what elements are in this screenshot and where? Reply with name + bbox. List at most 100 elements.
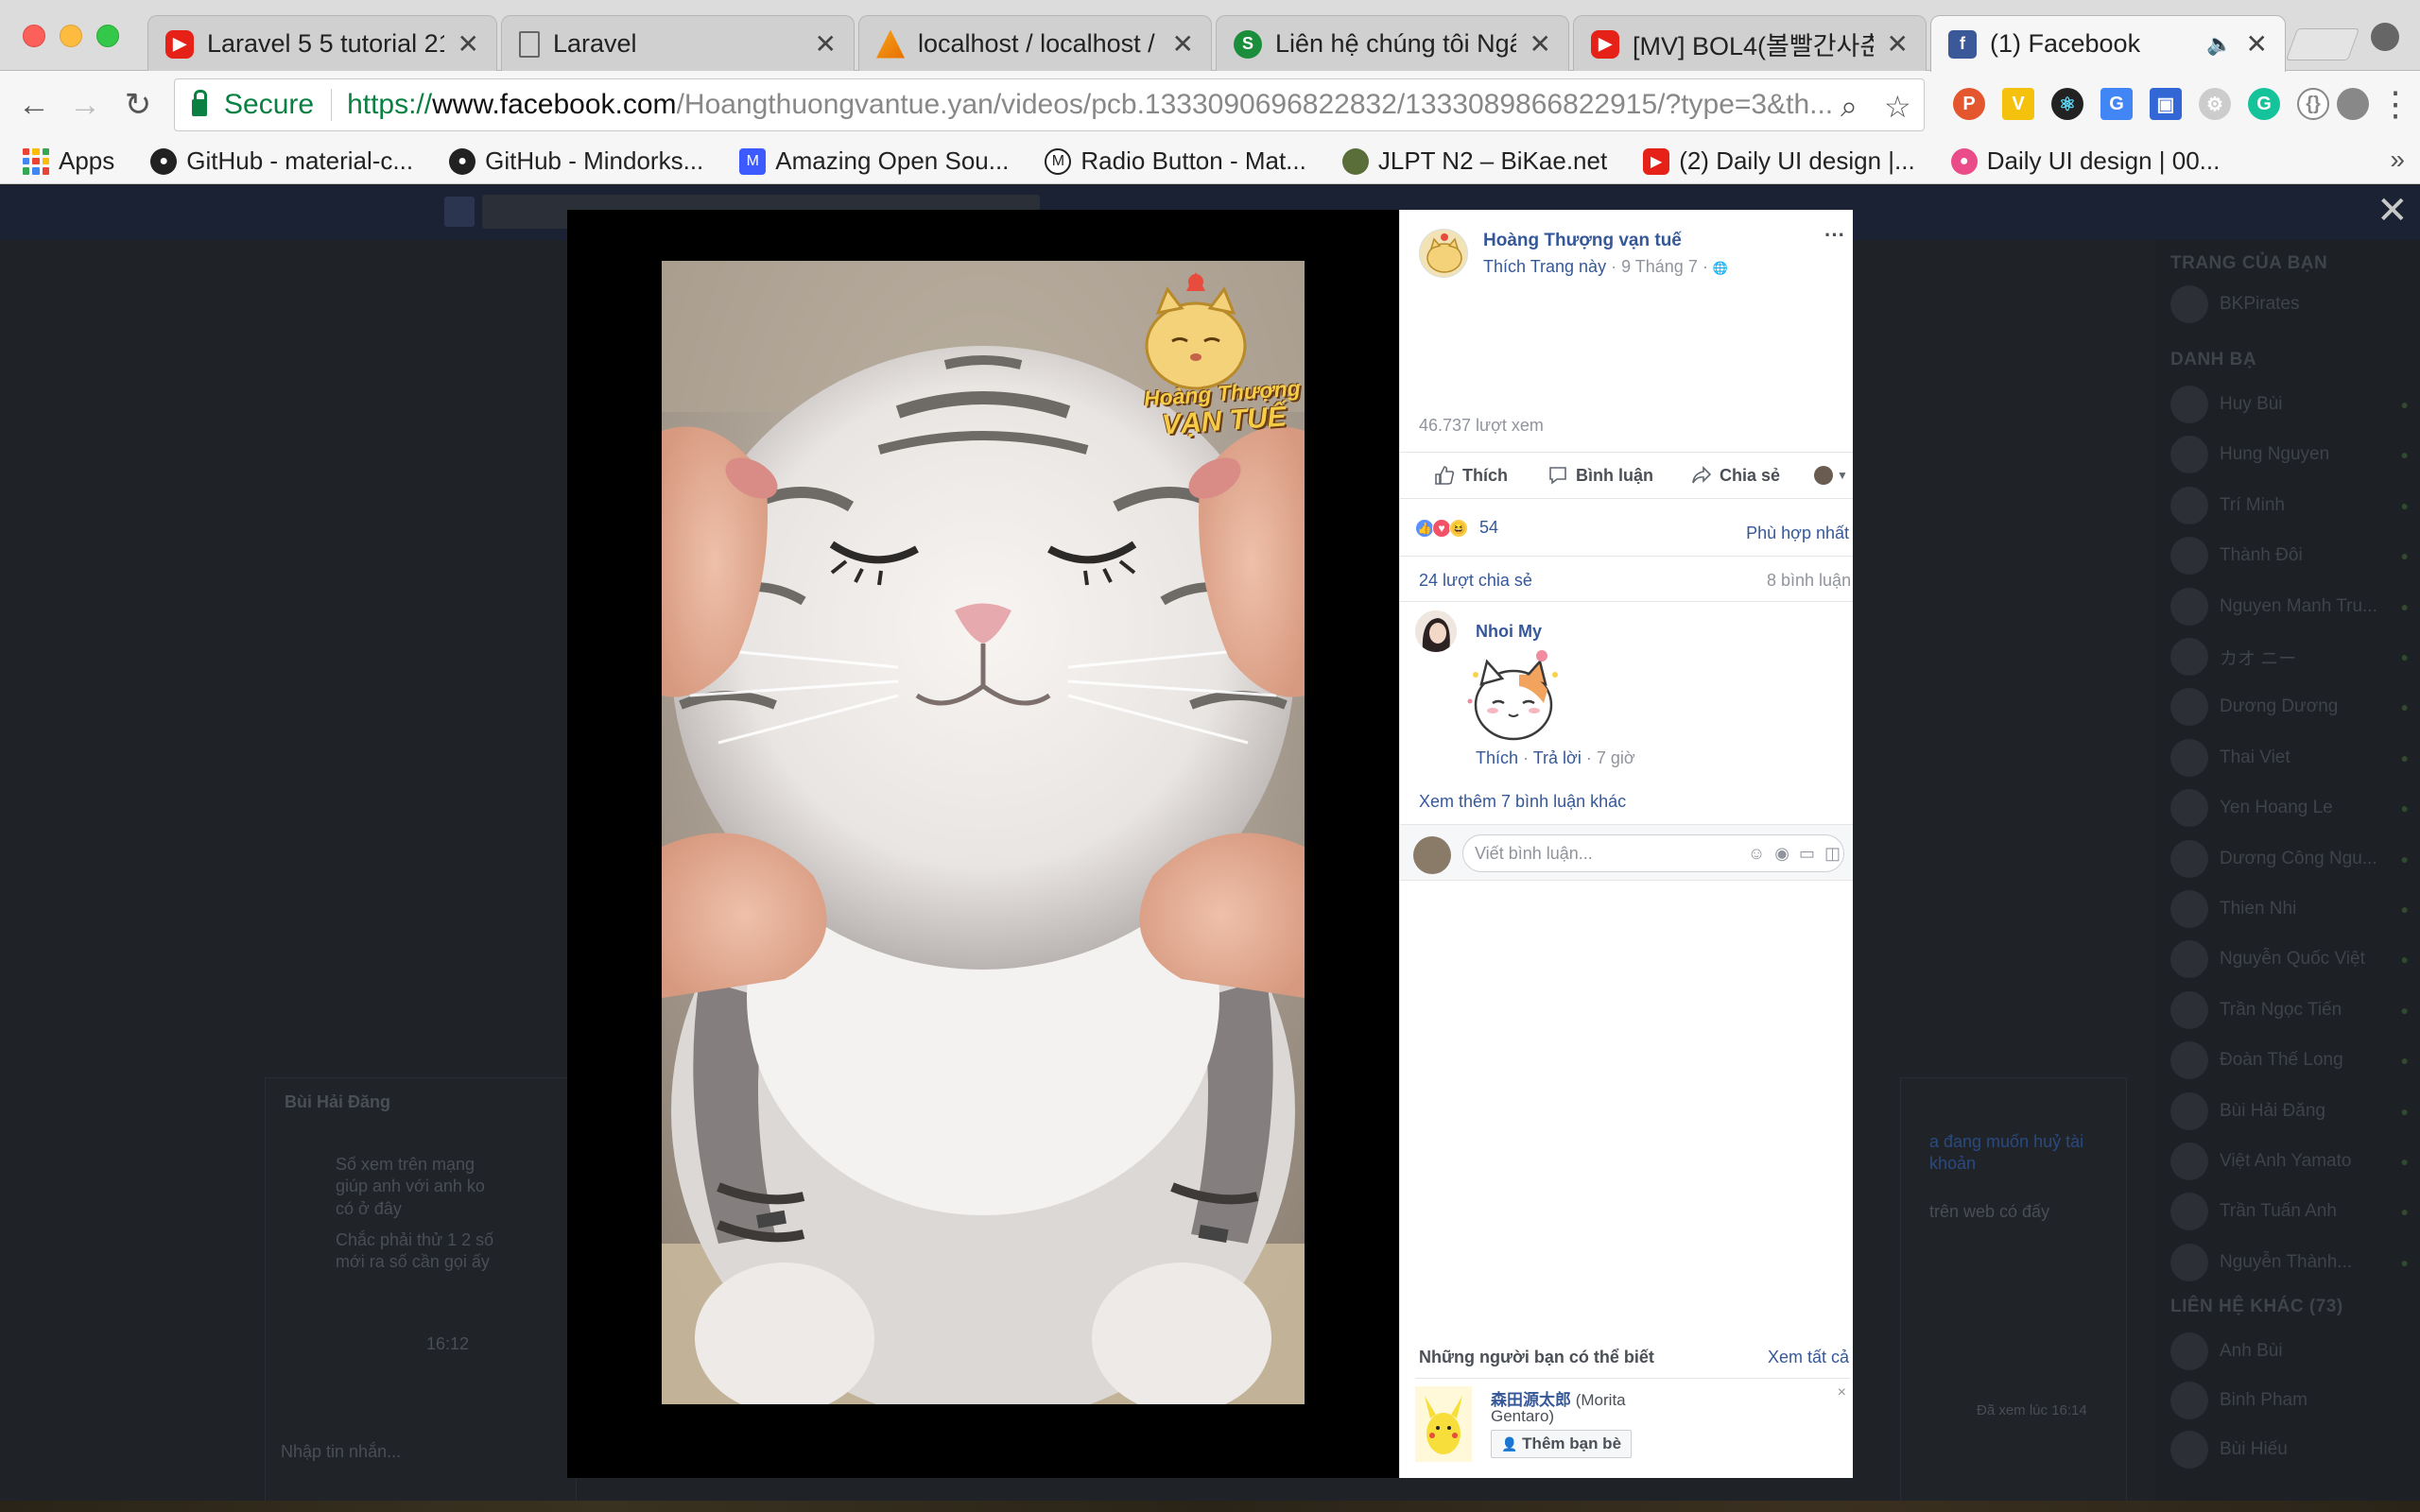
contact-item[interactable]: カオ ニー ● [2170,634,2416,679]
tab-contact[interactable]: S Liên hệ chúng tôi Ngân ✕ [1216,15,1569,72]
contact-name: Thien Nhi [2220,899,2297,919]
comment-time[interactable]: 7 giờ [1597,748,1635,767]
tab-music-video[interactable]: ▶ [MV] BOL4(볼빨간사춘기) ✕ [1573,15,1927,72]
dismiss-suggestion-icon[interactable]: × [1838,1384,1846,1401]
add-friend-button[interactable]: 👤 Thêm bạn bè [1491,1430,1633,1458]
bookmark-star-icon[interactable]: ☆ [1884,89,1911,125]
sidebar-page-item[interactable]: BKPirates [2170,282,2416,327]
contact-item[interactable]: Huy Bùi ● [2170,382,2416,427]
settings-extension-icon[interactable]: ⚙ [2199,88,2231,120]
meet-extension-icon[interactable]: ▣ [2150,88,2182,120]
close-tab-icon[interactable]: ✕ [458,28,479,60]
reaction-summary[interactable]: 👍 ♥ 😆 54 [1415,518,1498,538]
like-page-link[interactable]: Thích Trang này [1483,257,1606,276]
reload-button[interactable]: ↻ [119,86,157,124]
contact-item[interactable]: Hung Nguyen ● [2170,432,2416,477]
contact-item[interactable]: Trí Minh ● [2170,483,2416,528]
sidebar-item-label: BKPirates [2220,294,2300,314]
bookmark-github-material[interactable]: ● GitHub - material-c... [150,146,413,176]
new-tab-button[interactable] [2285,28,2360,60]
comment-author-link[interactable]: Nhoi My [1476,622,1542,642]
close-tab-icon[interactable]: ✕ [1887,28,1909,60]
address-bar[interactable]: Secure https:// www.facebook.com /Hoangt… [174,78,1925,131]
json-extension-icon[interactable]: {} [2297,88,2329,120]
contact-item[interactable]: Việt Anh Yamato ● [2170,1139,2416,1184]
contact-item[interactable]: Nguyễn Quốc Việt ● [2170,936,2416,982]
suggestion-name-alt-2: Gentaro) [1491,1407,1555,1425]
close-tab-icon[interactable]: ✕ [1172,28,1194,60]
browser-menu-icon[interactable]: ⋮ [2378,84,2412,124]
forward-button[interactable]: → [66,86,104,124]
emoji-icon[interactable]: ☺ [1748,844,1765,864]
page-name-link[interactable]: Hoàng Thượng vạn tuế [1483,231,1682,251]
suggestion-avatar[interactable] [1415,1386,1472,1462]
contact-item[interactable]: Nguyen Manh Tru... ● [2170,584,2416,629]
contact-item[interactable]: Bùi Hải Đăng ● [2170,1089,2416,1134]
comment-button[interactable]: Bình luận [1547,465,1653,486]
bookmark-open-source[interactable]: M Amazing Open Sou... [739,146,1009,176]
zoom-window-button[interactable] [96,25,119,47]
contact-item[interactable]: Trần Tuấn Anh ● [2170,1189,2416,1234]
contact-item[interactable]: Thai Viet ● [2170,735,2416,781]
view-more-comments-link[interactable]: Xem thêm 7 bình luận khác [1419,792,1626,812]
comment-reply-link[interactable]: Trả lời [1533,748,1582,767]
contact-item[interactable]: Thành Đôi ● [2170,533,2416,578]
bookmark-daily-ui-youtube[interactable]: ▶ (2) Daily UI design |... [1643,146,1915,176]
react-devtools-extension-icon[interactable]: ⚛ [2051,88,2083,120]
zoom-icon[interactable]: ⌕ [1841,89,1858,125]
contact-item[interactable]: Yen Hoang Le ● [2170,785,2416,831]
minimize-window-button[interactable] [60,25,82,47]
other-contact-item[interactable]: Binh Pham [2170,1378,2416,1423]
bookmarks-overflow-icon[interactable]: » [2390,145,2405,175]
producthunt-extension-icon[interactable]: P [1953,88,1985,120]
contact-item[interactable]: Dương Công Ngu... ● [2170,836,2416,882]
contact-item[interactable]: Dương Dương ● [2170,684,2416,730]
account-extension-icon[interactable] [2337,88,2369,120]
chat-input[interactable]: Nhập tin nhắn... [281,1441,401,1463]
comment-count[interactable]: 8 bình luận [1767,571,1851,591]
bookmark-daily-ui-dribbble[interactable]: ● Daily UI design | 00... [1950,146,2220,176]
other-contact-item[interactable]: Bùi Hiếu [2170,1427,2416,1472]
share-button[interactable]: Chia sẻ [1691,465,1780,486]
avatar [2170,587,2208,626]
bookmark-github-mindorks[interactable]: ● GitHub - Mindorks... [449,146,703,176]
tab-facebook[interactable]: f (1) Facebook 🔈 ✕ [1930,15,2286,72]
sticker-icon[interactable]: ◫ [1824,844,1841,864]
contact-item[interactable]: Trần Ngọc Tiến ● [2170,988,2416,1033]
bookmark-apps[interactable]: Apps [23,146,114,176]
close-tab-icon[interactable]: ✕ [1530,28,1551,60]
sort-comments-link[interactable]: Phù hợp nhất [1746,524,1849,543]
close-window-button[interactable] [23,25,45,47]
gif-icon[interactable]: ▭ [1799,844,1815,864]
like-button[interactable]: Thích [1434,465,1508,486]
back-button[interactable]: ← [15,86,53,124]
close-viewer-button[interactable]: ✕ [2377,189,2409,232]
screen: ▶ Laravel 5 5 tutorial 21 re ✕ Laravel ✕… [0,0,2420,1512]
grammarly-extension-icon[interactable]: G [2248,88,2280,120]
share-count-link[interactable]: 24 lượt chia sẻ [1419,571,1532,591]
tab-laravel-tutorial[interactable]: ▶ Laravel 5 5 tutorial 21 re ✕ [147,15,497,72]
other-contact-item[interactable]: Anh Bùi [2170,1329,2416,1374]
bookmark-jlpt[interactable]: JLPT N2 – BiKae.net [1341,146,1607,176]
post-date[interactable]: · 9 Tháng 7 · [1611,257,1708,276]
tab-laravel[interactable]: Laravel ✕ [501,15,855,72]
profile-icon[interactable] [2371,23,2399,51]
camera-icon[interactable]: ◉ [1774,844,1789,864]
close-tab-icon[interactable]: ✕ [2246,28,2268,60]
contact-item[interactable]: Nguyễn Thành... ● [2170,1240,2416,1285]
contact-item[interactable]: Thien Nhi ● [2170,886,2416,932]
contact-item[interactable]: Đoàn Thế Long ● [2170,1038,2416,1083]
comment-like-link[interactable]: Thích [1476,748,1518,767]
video-player[interactable]: Hoàng Thượng VẠN TUẾ [662,261,1305,1404]
vimium-extension-icon[interactable]: V [2002,88,2034,120]
commenter-avatar[interactable] [1415,610,1457,652]
more-options-icon[interactable]: ··· [1824,223,1845,248]
bookmark-radio-button[interactable]: M Radio Button - Mat... [1045,146,1306,176]
page-avatar[interactable] [1419,229,1468,278]
see-all-link[interactable]: Xem tất cả [1768,1348,1849,1367]
close-tab-icon[interactable]: ✕ [815,28,837,60]
tab-phpmyadmin[interactable]: localhost / localhost / p ✕ [858,15,1212,72]
audience-selector[interactable]: ▼ [1814,466,1848,485]
translate-extension-icon[interactable]: G [2100,88,2133,120]
speaker-icon[interactable]: 🔈 [2206,32,2232,57]
